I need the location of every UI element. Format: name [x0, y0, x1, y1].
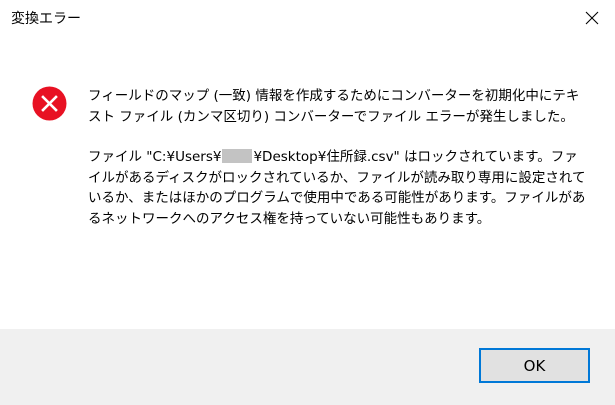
- redacted-username: [222, 149, 253, 163]
- error-message-summary: フィールドのマップ (一致) 情報を作成するためにコンバーターを初期化中にテキス…: [88, 88, 580, 125]
- ok-button-label: OK: [523, 356, 546, 375]
- error-message: フィールドのマップ (一致) 情報を作成するためにコンバーターを初期化中にテキス…: [88, 86, 588, 229]
- button-bar: OK: [0, 329, 615, 405]
- file-path-prefix: ファイル "C:¥Users¥: [88, 149, 222, 165]
- error-message-detail: ファイル "C:¥Users¥ ¥Desktop¥住所録.csv" はロックされて…: [88, 147, 588, 229]
- window-title: 変換エラー: [11, 11, 81, 27]
- close-icon: [585, 11, 599, 25]
- title-bar[interactable]: 変換エラー: [0, 0, 615, 38]
- error-dialog: 変換エラー フィールドのマップ (一致) 情報を作成するためにコンバーターを初期…: [0, 0, 615, 405]
- dialog-content: フィールドのマップ (一致) 情報を作成するためにコンバーターを初期化中にテキス…: [0, 38, 615, 328]
- ok-button[interactable]: OK: [479, 348, 590, 383]
- close-button[interactable]: [569, 0, 615, 36]
- error-icon: [32, 86, 67, 121]
